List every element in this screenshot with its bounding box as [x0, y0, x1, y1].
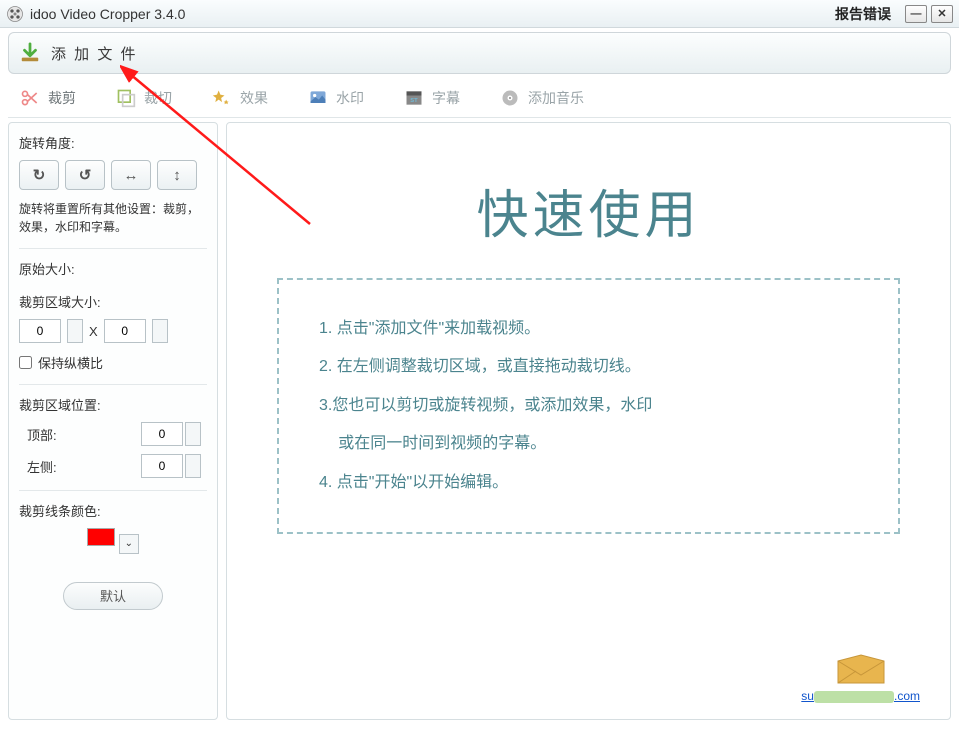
cut-icon — [116, 88, 136, 108]
original-size-label: 原始大小: — [19, 259, 207, 278]
tab-bar: 裁剪 裁切 效果 水印 ST 字幕 添加音乐 — [8, 78, 951, 118]
contact-email-area[interactable]: su.com — [801, 653, 920, 703]
tab-effect[interactable]: 效果 — [200, 82, 296, 114]
rotate-ccw-button[interactable]: ↺ — [65, 160, 105, 190]
quick-use-steps: 1. 点击"添加文件"来加载视频。 2. 在左侧调整裁切区域，或直接拖动裁切线。… — [277, 278, 900, 534]
tab-watermark[interactable]: 水印 — [296, 82, 392, 114]
app-logo-icon — [6, 5, 24, 23]
top-label: 顶部: — [27, 425, 57, 444]
rotate-cw-button[interactable]: ↻ — [19, 160, 59, 190]
main-panel: 快速使用 1. 点击"添加文件"来加载视频。 2. 在左侧调整裁切区域，或直接拖… — [226, 122, 951, 720]
clapperboard-icon: ST — [404, 88, 424, 108]
left-input[interactable] — [141, 454, 183, 478]
titlebar: idoo Video Cropper 3.4.0 报告错误 — ✕ — [0, 0, 959, 28]
left-spinner[interactable] — [185, 454, 201, 478]
close-button[interactable]: ✕ — [931, 5, 953, 23]
content-area: 旋转角度: ↻ ↺ ↔ ↕ 旋转将重置所有其他设置：裁剪，效果，水印和字幕。 原… — [0, 118, 959, 728]
crop-height-input[interactable] — [104, 319, 146, 343]
line-color-dropdown[interactable]: ⌄ — [119, 534, 139, 554]
left-label: 左侧: — [27, 457, 57, 476]
tab-music[interactable]: 添加音乐 — [488, 82, 612, 114]
window-title: idoo Video Cropper 3.4.0 — [30, 6, 185, 22]
add-file-label: 添 加 文 件 — [51, 43, 138, 64]
add-file-button[interactable]: 添 加 文 件 — [8, 32, 951, 74]
default-button[interactable]: 默认 — [63, 582, 163, 610]
minimize-button[interactable]: — — [905, 5, 927, 23]
position-section: 裁剪区域位置: 顶部: 左侧: — [19, 395, 207, 491]
keep-ratio-checkbox[interactable] — [19, 356, 32, 369]
image-icon — [308, 88, 328, 108]
svg-text:ST: ST — [410, 98, 418, 104]
top-input[interactable] — [141, 422, 183, 446]
tab-cut[interactable]: 裁切 — [104, 82, 200, 114]
report-error-link[interactable]: 报告错误 — [835, 4, 891, 24]
crop-position-label: 裁剪区域位置: — [19, 395, 207, 414]
rotate-title: 旋转角度: — [19, 133, 207, 152]
step-1: 1. 点击"添加文件"来加载视频。 — [319, 310, 858, 348]
quick-use-title: 快速使用 — [247, 173, 930, 248]
crop-area-size-label: 裁剪区域大小: — [19, 292, 207, 311]
crop-width-input[interactable] — [19, 319, 61, 343]
line-color-label: 裁剪线条颜色: — [19, 501, 207, 520]
step-2: 2. 在左侧调整裁切区域，或直接拖动裁切线。 — [319, 348, 858, 386]
download-icon — [19, 42, 41, 64]
rotate-note: 旋转将重置所有其他设置：裁剪，效果，水印和字幕。 — [19, 200, 207, 236]
line-color-swatch — [87, 528, 115, 546]
settings-sidebar: 旋转角度: ↻ ↺ ↔ ↕ 旋转将重置所有其他设置：裁剪，效果，水印和字幕。 原… — [8, 122, 218, 720]
top-spinner[interactable] — [185, 422, 201, 446]
keep-ratio-label: 保持纵横比 — [38, 353, 103, 372]
stars-icon — [212, 88, 232, 108]
flip-vertical-button[interactable]: ↕ — [157, 160, 197, 190]
tab-crop[interactable]: 裁剪 — [8, 82, 104, 114]
color-section: 裁剪线条颜色: ⌄ — [19, 501, 207, 566]
size-section: 原始大小: 裁剪区域大小: X 保持纵横比 — [19, 259, 207, 385]
blurred-email — [814, 691, 894, 703]
envelope-icon — [836, 653, 886, 687]
scissors-icon — [20, 88, 40, 108]
support-email-link[interactable]: su.com — [801, 689, 920, 703]
tab-subtitle[interactable]: ST 字幕 — [392, 82, 488, 114]
disc-icon — [500, 88, 520, 108]
height-spinner[interactable] — [152, 319, 168, 343]
flip-horizontal-button[interactable]: ↔ — [111, 160, 151, 190]
width-spinner[interactable] — [67, 319, 83, 343]
step-4: 4. 点击"开始"以开始编辑。 — [319, 464, 858, 502]
step-3: 3.您也可以剪切或旋转视频，或添加效果，水印 或在同一时间到视频的字幕。 — [319, 387, 858, 464]
rotate-section: 旋转角度: ↻ ↺ ↔ ↕ 旋转将重置所有其他设置：裁剪，效果，水印和字幕。 — [19, 133, 207, 249]
